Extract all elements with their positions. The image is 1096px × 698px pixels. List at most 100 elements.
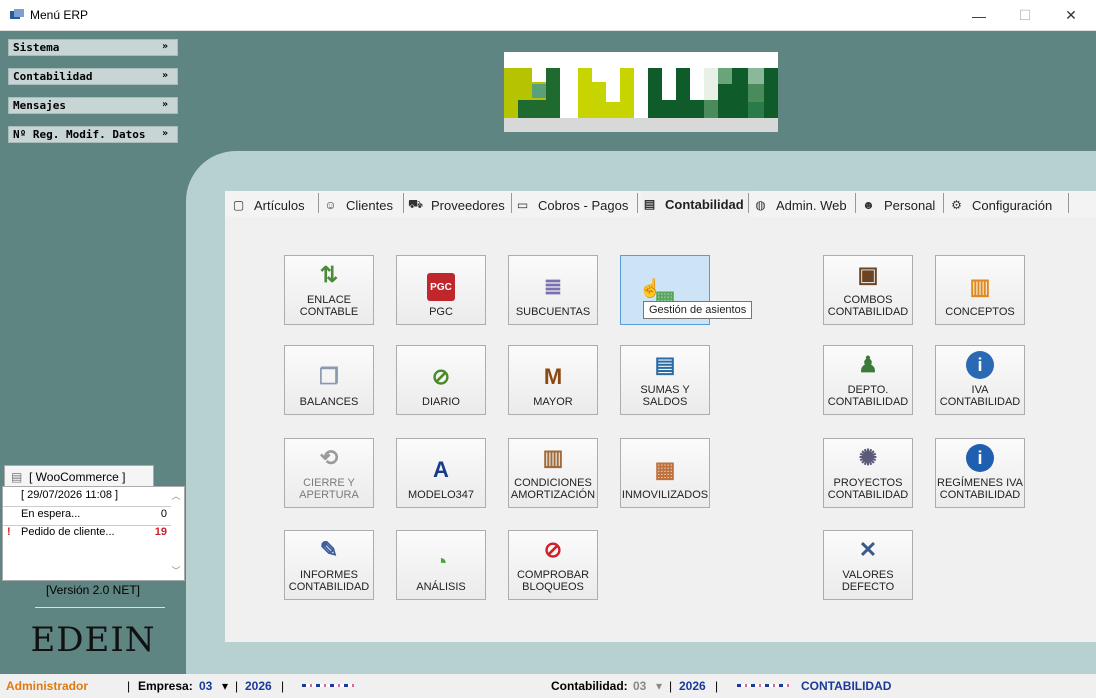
list-item-count: 19 <box>154 526 167 538</box>
tile-button[interactable]: ✺ PROYECTOS CONTABILIDAD <box>823 438 913 508</box>
title-bar: Menú ERP — ☐ ✕ <box>0 0 1096 31</box>
pie-chart-icon: ◔ <box>434 549 448 574</box>
card-icon: ▭ <box>516 198 529 212</box>
contabilidad-code[interactable]: 03 <box>633 679 646 693</box>
tile-button[interactable]: ▥ CONCEPTOS <box>935 255 1025 325</box>
contabilidad-year: 2026 <box>679 679 706 693</box>
info-doc-icon: i <box>966 351 994 379</box>
tab-label: Proveedores <box>431 197 505 213</box>
list-item-label: Pedido de cliente... <box>21 526 115 538</box>
scrollbar[interactable]: ︿ ﹀ <box>170 489 182 579</box>
woocommerce-tab[interactable]: ▤ [ WooCommerce ] <box>4 465 154 487</box>
tile-button[interactable]: A MODELO347 <box>396 438 486 508</box>
minimize-button[interactable]: — <box>956 0 1002 31</box>
tile-button[interactable]: i IVA CONTABILIDAD <box>935 345 1025 415</box>
contabilidad-label: Contabilidad: <box>551 679 628 693</box>
windows-icon: ❐ <box>319 364 339 389</box>
tab-label: Personal <box>884 197 936 213</box>
scroll-down-icon[interactable]: ﹀ <box>170 564 182 577</box>
tile-label: ANÁLISIS <box>416 581 466 593</box>
store-icon: ▤ <box>11 470 23 484</box>
list-item[interactable]: ! Pedido de cliente... 19 <box>7 526 167 542</box>
chevron-down-icon[interactable]: ▾ <box>656 679 662 693</box>
tile-label: SUBCUENTAS <box>515 306 591 318</box>
sidebar-item-contabilidad[interactable]: Contabilidad » <box>8 68 178 85</box>
tile-label: COMPROBAR BLOQUEOS <box>516 569 590 593</box>
tab-clientes[interactable]: ☺ Clientes <box>323 195 393 215</box>
tile-button[interactable]: ◔ ANÁLISIS <box>396 530 486 600</box>
globe-icon: ◍ <box>755 198 766 212</box>
tab-articulos[interactable]: ▢ Artículos <box>231 195 305 215</box>
tooltip: Gestión de asientos <box>643 301 753 319</box>
tile-button[interactable]: ▥ CONDICIONES AMORTIZACIÓN <box>508 438 598 508</box>
tile-label: SUMAS Y SALDOS <box>640 384 690 408</box>
tile-button[interactable]: ⇅ ENLACE CONTABLE <box>284 255 374 325</box>
tile-button[interactable]: ▦ INMOVILIZADOS <box>620 438 710 508</box>
version-label: [Versión 2.0 NET] <box>45 583 141 597</box>
sidebar-item-sistema[interactable]: Sistema » <box>8 39 178 56</box>
tile-label: CONDICIONES AMORTIZACIÓN <box>510 477 596 501</box>
sidebar-item-label: Nº Reg. Modif. Datos <box>13 128 146 141</box>
list-item-count: 0 <box>160 508 167 520</box>
tile-label: REGÍMENES IVA CONTABILIDAD <box>937 477 1023 501</box>
separator: | <box>235 679 239 693</box>
separator: | <box>281 679 285 693</box>
app-icon <box>10 9 24 19</box>
empresa-name-masked <box>302 684 354 687</box>
info-icon: i <box>966 444 994 472</box>
tab-label: Contabilidad <box>665 196 744 212</box>
tab-cobros-pagos[interactable]: ▭ Cobros - Pagos <box>515 195 629 215</box>
tile-button[interactable]: ✎ INFORMES CONTABILIDAD <box>284 530 374 600</box>
tools-icon: ✕ <box>858 537 878 562</box>
report-icon: ✎ <box>319 537 339 562</box>
woocommerce-widget: ▤ [ WooCommerce ] [ 29/07/2026 11:08 ] E… <box>2 465 185 581</box>
user-name: Administrador <box>6 679 89 693</box>
drawer-icon: ▣ <box>857 262 879 287</box>
list-icon: ≣ <box>543 274 563 299</box>
empresa-code[interactable]: 03 <box>199 679 212 693</box>
tile-label: DIARIO <box>422 396 460 408</box>
close-button[interactable]: ✕ <box>1048 0 1094 31</box>
brand-logo: EDEIN <box>30 620 156 660</box>
tile-button[interactable]: ✕ VALORES DEFECTO <box>823 530 913 600</box>
empresa-year: 2026 <box>245 679 272 693</box>
chevron-down-icon: » <box>161 70 168 81</box>
sidebar-item-mensajes[interactable]: Mensajes » <box>8 97 178 114</box>
tile-button[interactable]: ⊘ DIARIO <box>396 345 486 415</box>
tile-button[interactable]: ⟲ CIERRE Y APERTURA <box>284 438 374 508</box>
tile-button[interactable]: ♟ DEPTO. CONTABILIDAD <box>823 345 913 415</box>
tile-button[interactable]: ▣ COMBOS CONTABILIDAD <box>823 255 913 325</box>
tile-button[interactable]: ⊘ COMPROBAR BLOQUEOS <box>508 530 598 600</box>
tab-admin-web[interactable]: ◍ Admin. Web <box>753 195 847 215</box>
tile-label: IVA CONTABILIDAD <box>939 384 1021 408</box>
gear-icon: ⚙ <box>951 198 962 212</box>
chevron-down-icon[interactable]: ▾ <box>222 679 228 693</box>
tab-configuracion[interactable]: ⚙ Configuración <box>949 195 1052 215</box>
sidebar-item-label: Sistema <box>13 41 60 54</box>
maximize-button[interactable]: ☐ <box>1002 0 1048 31</box>
chevron-down-icon: » <box>161 99 168 110</box>
separator: | <box>715 679 719 693</box>
tile-button[interactable]: ≣ SUBCUENTAS <box>508 255 598 325</box>
bars-icon: ▥ <box>969 274 991 299</box>
forbidden-icon: ⊘ <box>543 537 563 562</box>
close-open-icon: ⟲ <box>319 445 339 470</box>
tile-button[interactable]: i REGÍMENES IVA CONTABILIDAD <box>935 438 1025 508</box>
tile-button[interactable]: ▤ SUMAS Y SALDOS <box>620 345 710 415</box>
tab-contabilidad[interactable]: ▤ Contabilidad <box>642 191 750 217</box>
scroll-up-icon[interactable]: ︿ <box>170 489 182 502</box>
tile-label: COMBOS CONTABILIDAD <box>827 294 909 318</box>
separator: | <box>669 679 673 693</box>
divider <box>35 607 165 608</box>
list-item[interactable]: En espera... 0 <box>7 508 167 524</box>
tile-button[interactable]: PGC PGC <box>396 255 486 325</box>
sidebar-item-reg-modif-datos[interactable]: Nº Reg. Modif. Datos » <box>8 126 178 143</box>
woocommerce-datetime: [ 29/07/2026 11:08 ] <box>21 489 119 501</box>
fence-icon: ▥ <box>542 445 564 470</box>
tab-proveedores[interactable]: ⛟ Proveedores <box>408 195 505 215</box>
tab-label: Admin. Web <box>776 197 847 213</box>
tile-label: VALORES DEFECTO <box>841 569 895 593</box>
tab-personal[interactable]: ☻ Personal <box>861 195 935 215</box>
tile-button[interactable]: M MAYOR <box>508 345 598 415</box>
tile-button[interactable]: ❐ BALANCES <box>284 345 374 415</box>
